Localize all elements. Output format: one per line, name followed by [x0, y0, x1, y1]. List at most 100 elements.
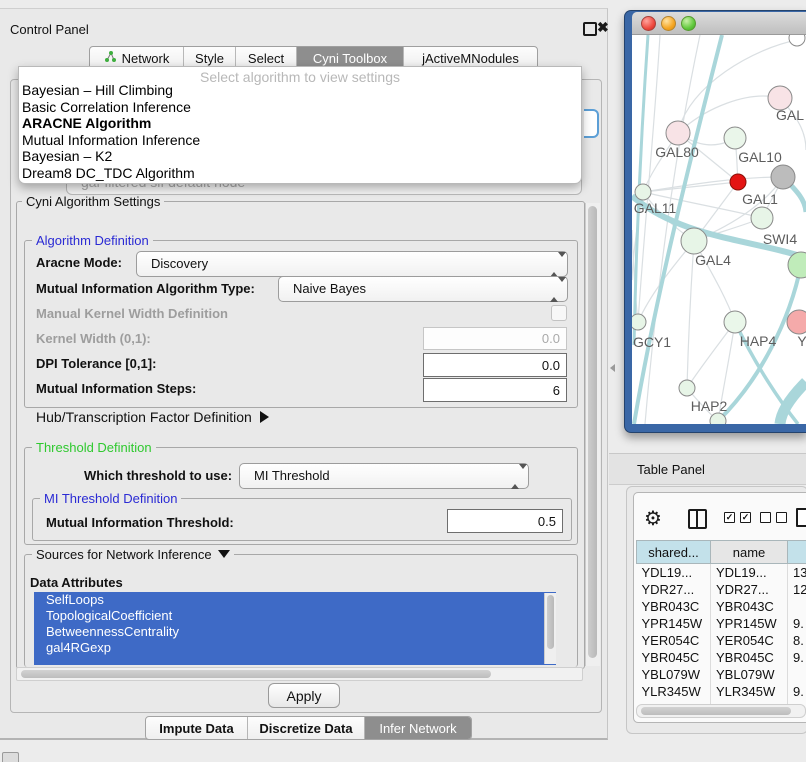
graph-node[interactable] [789, 35, 805, 46]
threshold-definition-title: Threshold Definition [32, 440, 156, 455]
table-row[interactable]: YLR345WYLR345W9. [637, 683, 806, 700]
column-header[interactable] [788, 541, 806, 564]
aracne-mode-combobox[interactable]: Discovery [136, 251, 568, 277]
manual-kernel-label: Manual Kernel Width Definition [36, 306, 228, 321]
column-header[interactable]: shared... [637, 541, 711, 564]
graph-node-label: GAL [776, 107, 804, 123]
sources-toggle[interactable]: Sources for Network Inference [32, 547, 234, 562]
attribute-list-item[interactable]: TopologicalCoefficient [34, 608, 556, 624]
dropdown-placeholder: Select algorithm to view settings [19, 67, 581, 82]
gear-icon[interactable]: ⚙ [644, 506, 662, 531]
minimize-mac-icon[interactable] [661, 16, 676, 31]
tab-infer-network[interactable]: Infer Network [365, 717, 471, 739]
kernel-width-field[interactable]: 0.0 [423, 327, 567, 350]
graph-node-label: SWI4 [763, 231, 797, 247]
node-table[interactable]: shared...name YDL19...YDL19...13YDR27...… [636, 540, 806, 705]
tab-discretize-data[interactable]: Discretize Data [248, 717, 365, 739]
table-panel-titlebar: Table Panel [609, 453, 806, 485]
algorithm-option[interactable]: Dream8 DC_TDC Algorithm [19, 165, 581, 182]
data-attributes-list: SelfLoopsTopologicalCoefficientBetweenne… [34, 592, 556, 665]
mi-threshold-field[interactable]: 0.5 [447, 509, 563, 533]
table-row[interactable]: YDR27...YDR27...12 [637, 581, 806, 598]
control-panel-window: Control Panel ✖ Network Style Select [0, 8, 608, 740]
graph-node[interactable] [710, 413, 726, 424]
graph-node[interactable] [666, 121, 690, 145]
close-icon[interactable]: ✖ [597, 19, 609, 36]
apply-button[interactable]: Apply [268, 683, 340, 708]
table-horizontal-scrollbar[interactable] [636, 704, 806, 718]
tab-impute-data[interactable]: Impute Data [146, 717, 248, 739]
algorithm-option[interactable]: Basic Correlation Inference [19, 99, 581, 116]
graph-edge [643, 182, 738, 192]
window-title: Control Panel [10, 22, 89, 37]
graph-node-label: GAL80 [655, 144, 699, 160]
table-row[interactable]: YDL19...YDL19...13 [637, 564, 806, 582]
hub-definition-toggle[interactable]: Hub/Transcription Factor Definition [36, 409, 269, 425]
attribute-list-item[interactable]: gal4RGexp [34, 640, 556, 656]
graph-node-label: GCY1 [633, 334, 671, 350]
table-row[interactable]: YBL079WYBL079W [637, 666, 806, 683]
data-attributes-label: Data Attributes [30, 575, 123, 590]
collapse-down-icon [218, 550, 230, 558]
graph-node[interactable] [632, 314, 646, 330]
settings-horizontal-scrollbar[interactable] [16, 667, 583, 681]
table-row[interactable]: YER054CYER054C8. [637, 632, 806, 649]
graph-node[interactable] [787, 310, 806, 334]
close-mac-icon[interactable] [641, 16, 656, 31]
table-row[interactable]: YPR145WYPR145W9. [637, 615, 806, 632]
mi-type-combobox[interactable]: Naive Bayes [278, 276, 568, 302]
graph-node[interactable] [679, 380, 695, 396]
dpi-tolerance-field[interactable]: 0.0 [423, 353, 567, 377]
stepper-arrows-icon [550, 282, 558, 296]
algorithm-option[interactable]: Mutual Information Inference [19, 132, 581, 149]
algorithm-dropdown[interactable]: Select algorithm to view settings Bayesi… [18, 66, 582, 184]
graph-node[interactable] [681, 228, 707, 254]
table-row[interactable]: YBR045CYBR045C9. [637, 649, 806, 666]
checked-box-icon[interactable]: ✓ [724, 512, 735, 523]
column-header[interactable]: name [711, 541, 788, 564]
bottom-tabbar: Impute Data Discretize Data Infer Networ… [145, 716, 472, 740]
dock-panel-chip[interactable] [2, 752, 19, 762]
float-icon[interactable] [583, 22, 597, 36]
graph-node-label: HAP2 [691, 398, 728, 414]
graph-node[interactable] [635, 184, 651, 200]
attribute-list-scrollbar[interactable] [544, 593, 556, 664]
graph-edge [687, 322, 735, 388]
graph-node-label: GAL11 [634, 200, 677, 216]
graph-node[interactable] [771, 165, 795, 189]
screen: Control Panel ✖ Network Style Select [0, 0, 806, 762]
attribute-list-item[interactable]: SelfLoops [34, 592, 556, 608]
mi-steps-label: Mutual Information Steps: [36, 381, 196, 396]
split-pane-icon[interactable] [688, 509, 707, 529]
kernel-width-label: Kernel Width (0,1): [36, 331, 151, 346]
algorithm-option[interactable]: ARACNE Algorithm [19, 115, 581, 132]
checked-box-icon[interactable]: ✓ [740, 512, 751, 523]
graph-node-label: GAL1 [742, 191, 778, 207]
graph-node[interactable] [751, 207, 773, 229]
document-icon[interactable] [796, 508, 806, 527]
panel-divider-arrow[interactable] [610, 364, 615, 372]
attribute-list-item[interactable]: BetweennessCentrality [34, 624, 556, 640]
manual-kernel-checkbox[interactable] [551, 305, 567, 321]
table-row[interactable]: YBR043CYBR043C [637, 598, 806, 615]
unchecked-box-icon[interactable] [760, 512, 771, 523]
network-window-titlebar[interactable] [632, 12, 806, 35]
mi-steps-field[interactable]: 6 [423, 378, 567, 402]
network-canvas[interactable]: GALGAL80GAL10GAL1SWI4GAL11GAL4GCY1HAP4YH… [632, 35, 806, 424]
algorithm-definition-title: Algorithm Definition [32, 233, 153, 248]
which-threshold-combobox[interactable]: MI Threshold [239, 463, 529, 489]
zoom-mac-icon[interactable] [681, 16, 696, 31]
unchecked-box-icon[interactable] [776, 512, 787, 523]
settings-vertical-scrollbar[interactable] [585, 203, 600, 666]
graph-edge [638, 35, 660, 322]
graph-edge [638, 241, 694, 322]
aracne-mode-label: Aracne Mode: [36, 255, 122, 270]
graph-node-label: Y [797, 333, 806, 349]
graph-node[interactable] [724, 127, 746, 149]
graph-edge [687, 241, 694, 388]
graph-node[interactable] [730, 174, 746, 190]
mi-threshold-group-title: MI Threshold Definition [40, 491, 181, 506]
expand-right-icon [260, 411, 269, 423]
algorithm-option[interactable]: Bayesian – K2 [19, 148, 581, 165]
graph-node[interactable] [724, 311, 746, 333]
